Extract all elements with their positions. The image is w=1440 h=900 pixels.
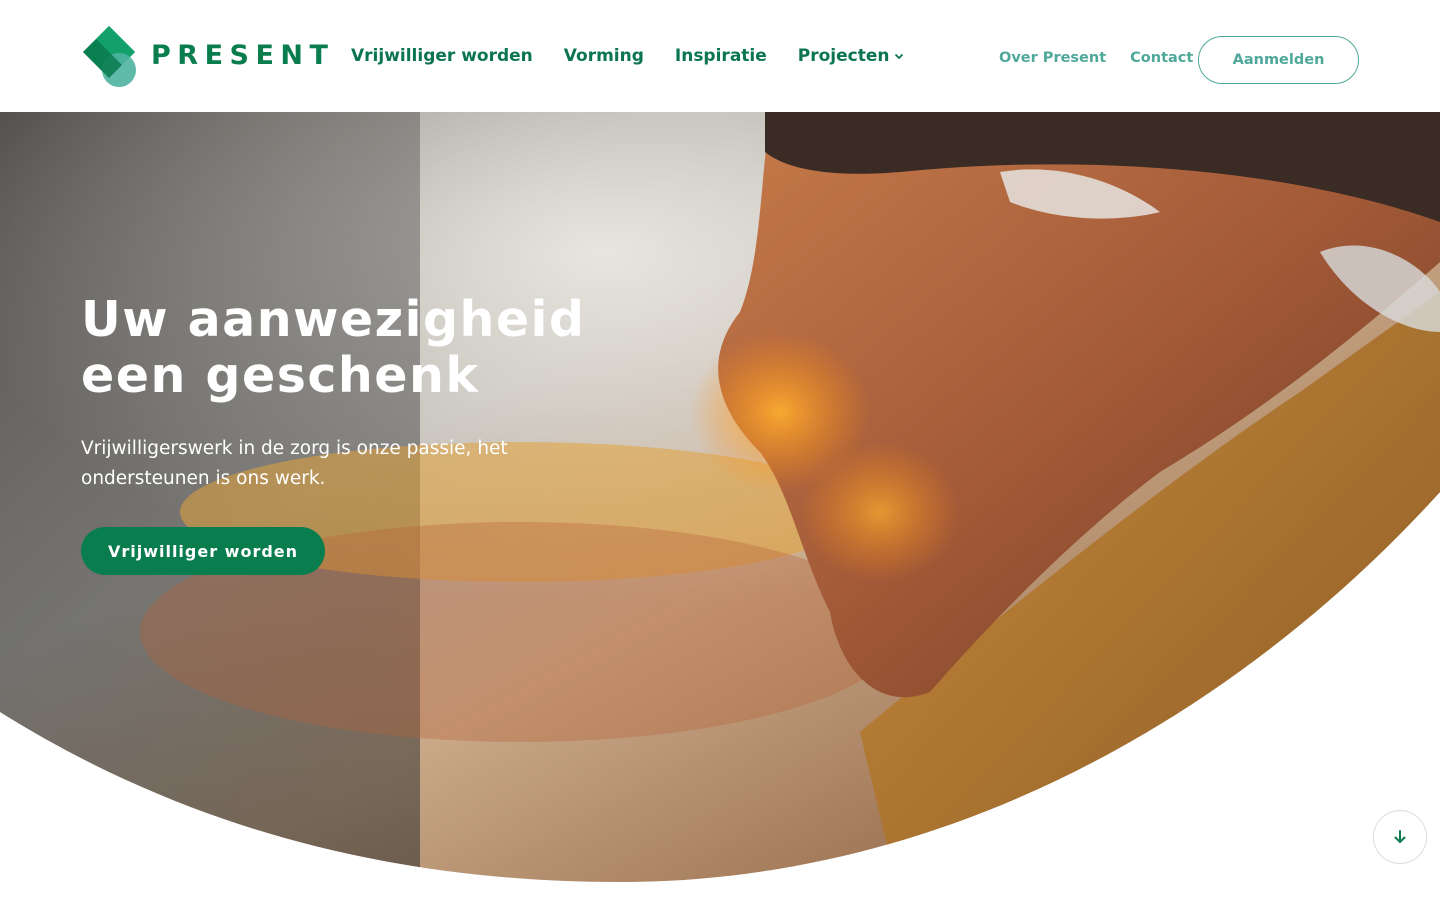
nav-item-label: Vrijwilliger worden: [351, 46, 533, 66]
chevron-down-icon: [894, 53, 903, 60]
nav-item-label: Vorming: [563, 46, 644, 66]
logo-text: PRESENT: [151, 40, 335, 71]
nav-item-vorming[interactable]: Vorming: [564, 46, 644, 66]
main-nav: Vrijwilliger worden Vorming Inspiratie P…: [351, 46, 904, 66]
logo[interactable]: PRESENT: [81, 24, 328, 88]
hero-title-line-2: een geschenk: [81, 347, 480, 404]
scroll-down-button[interactable]: [1373, 810, 1427, 864]
login-button[interactable]: Aanmelden: [1198, 36, 1359, 84]
logo-icon: [83, 26, 136, 87]
volunteer-cta-button[interactable]: Vrijwilliger worden: [81, 527, 325, 575]
nav-item-inspiratie[interactable]: Inspiratie: [675, 46, 767, 66]
nav-item-contact[interactable]: Contact: [1130, 50, 1193, 66]
site-header: PRESENT Vrijwilliger worden Vorming Insp…: [0, 0, 1440, 112]
nav-item-projecten[interactable]: Projecten: [798, 46, 904, 66]
hero-content: Uw aanwezigheid een geschenk Vrijwillige…: [81, 292, 681, 575]
nav-item-label: Inspiratie: [674, 46, 767, 66]
hero-subtitle: Vrijwilligerswerk in de zorg is onze pas…: [81, 438, 508, 489]
hero-title-line-1: Uw aanwezigheid: [81, 291, 586, 348]
arrow-down-icon: [1394, 830, 1406, 843]
nav-item-over-present[interactable]: Over Present: [999, 50, 1106, 66]
hero-title: Uw aanwezigheid een geschenk: [81, 292, 681, 404]
hero-section: Uw aanwezigheid een geschenk Vrijwillige…: [0, 112, 1440, 900]
secondary-nav: Over Present Contact: [999, 50, 1193, 66]
nav-item-vrijwilliger-worden[interactable]: Vrijwilliger worden: [351, 46, 533, 66]
nav-item-label: Projecten: [797, 46, 890, 66]
